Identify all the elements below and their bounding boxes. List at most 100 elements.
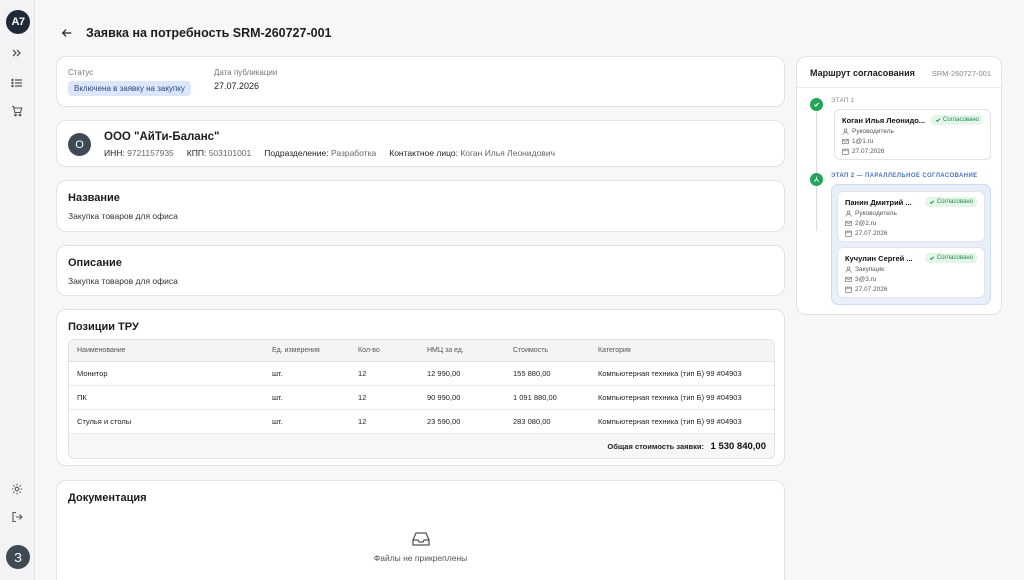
approver-date: 27.07.2026 (845, 286, 888, 293)
approver-email: 2@2.ru (845, 220, 876, 227)
cell-cost: 1 091 880,00 (513, 393, 557, 402)
cell-name: ПК (77, 393, 87, 402)
timeline-line (816, 109, 817, 231)
cell-name: Стулья и столы (77, 417, 132, 426)
status-block: Статус Включена в заявку на закупку (68, 68, 191, 96)
cell-qty: 12 (358, 393, 367, 402)
column-header[interactable]: Стоимость (513, 340, 548, 361)
cell-unit-price: 12 990,00 (427, 369, 461, 378)
department-field: Подразделение: Разработка (264, 148, 377, 158)
mail-icon (845, 220, 852, 227)
company-avatar: О (68, 133, 91, 156)
app-logo[interactable]: A7 (6, 10, 30, 34)
table-header: Наименование Ед. измерения Кол-во НМЦ за… (69, 340, 774, 362)
cell-unit-price: 23 590,00 (427, 417, 461, 426)
mail-icon (842, 138, 849, 145)
check-icon (929, 256, 935, 260)
cell-category: Компьютерная техника (тип Б) 99 #04903 (598, 417, 742, 426)
check-icon (935, 118, 941, 122)
approved-badge: Согласовано (924, 253, 977, 263)
cell-unit: шт. (272, 393, 283, 402)
divider (797, 87, 1001, 88)
name-card: Название Закупка товаров для офиса (56, 180, 785, 232)
page-header: Заявка на потребность SRM-260727-001 (60, 24, 331, 42)
cell-unit-price: 90 990,00 (427, 393, 461, 402)
inn-field: ИНН: 9721157935 (104, 148, 174, 158)
cell-cost: 155 880,00 (513, 369, 551, 378)
items-title: Позиции ТРУ (68, 321, 139, 333)
documentation-title: Документация (68, 492, 147, 504)
publish-date-label: Дата публикации (214, 68, 278, 77)
total-label: Общая стоимость заявки: (607, 441, 704, 451)
column-header[interactable]: Ед. измерения (272, 340, 320, 361)
contact-field: Контактное лицо: Коган Илья Леонидович (389, 148, 556, 158)
list-icon[interactable] (9, 75, 25, 91)
back-arrow-icon[interactable] (60, 26, 74, 40)
column-header[interactable]: Категория (598, 340, 631, 361)
company-name: ООО "АйТи-Баланс" (104, 131, 220, 143)
mail-icon (845, 276, 852, 283)
calendar-icon (845, 286, 852, 293)
approver-role: Руководитель (842, 128, 894, 135)
publish-date-block: Дата публикации 27.07.2026 (214, 68, 277, 91)
approver-date: 27.07.2026 (845, 230, 888, 237)
approver-card[interactable]: Кучулин Сергей ... Согласовано Закупщик … (837, 247, 985, 298)
table-footer: Общая стоимость заявки: 1 530 840,00 (69, 434, 774, 458)
approver-role: Закупщик (845, 266, 884, 273)
column-header[interactable]: НМЦ за ед. (427, 340, 464, 361)
approver-name: Коган Илья Леонидо... (842, 116, 926, 125)
company-meta: ИНН: 9721157935 КПП: 503101001 Подраздел… (104, 148, 555, 158)
table-row[interactable]: ПК шт. 12 90 990,00 1 091 880,00 Компьют… (69, 386, 774, 410)
status-label: Статус (68, 68, 94, 77)
approval-route-panel: Маршрут согласования SRM-260727-001 ЭТАП… (796, 56, 1002, 315)
sidebar: A7 З (0, 0, 35, 580)
logout-icon[interactable] (9, 509, 25, 525)
table-row[interactable]: Стулья и столы шт. 12 23 590,00 283 080,… (69, 410, 774, 434)
gear-icon[interactable] (9, 481, 25, 497)
total-value: 1 530 840,00 (710, 440, 766, 452)
cell-cost: 283 080,00 (513, 417, 551, 426)
stage1-label: ЭТАП 1 (831, 98, 855, 104)
description-text: Закупка товаров для офиса (68, 276, 178, 286)
cell-qty: 12 (358, 417, 367, 426)
user-icon (842, 128, 849, 135)
route-id: SRM-260727-001 (931, 69, 991, 78)
empty-files-text: Файлы не прикреплены (373, 553, 468, 563)
cell-category: Компьютерная техника (тип Б) 99 #04903 (598, 369, 742, 378)
approver-email: 1@1.ru (842, 138, 873, 145)
description-title: Описание (68, 257, 122, 269)
cell-category: Компьютерная техника (тип Б) 99 #04903 (598, 393, 742, 402)
status-badge: Включена в заявку на закупку (68, 81, 191, 96)
check-icon (929, 200, 935, 204)
approver-email: 3@3.ru (845, 276, 876, 283)
items-card: Позиции ТРУ Наименование Ед. измерения К… (56, 309, 785, 466)
approver-name: Панин Дмитрий ... (845, 198, 912, 207)
cell-qty: 12 (358, 369, 367, 378)
inbox-icon (411, 530, 431, 548)
approver-card[interactable]: Панин Дмитрий ... Согласовано Руководите… (837, 191, 985, 242)
items-table: Наименование Ед. измерения Кол-во НМЦ за… (68, 339, 775, 459)
check-icon (810, 98, 823, 111)
name-title: Название (68, 192, 120, 204)
approver-role: Руководитель (845, 210, 897, 217)
approver-name: Кучулин Сергей ... (845, 254, 913, 263)
cart-icon[interactable] (9, 103, 25, 119)
column-header[interactable]: Наименование (77, 340, 126, 361)
name-text: Закупка товаров для офиса (68, 211, 178, 221)
status-card: Статус Включена в заявку на закупку Дата… (56, 56, 785, 107)
approver-card[interactable]: Коган Илья Леонидо... Согласовано Руково… (834, 109, 991, 160)
parallel-stage-group: Панин Дмитрий ... Согласовано Руководите… (831, 184, 991, 305)
company-card: О ООО "АйТи-Баланс" ИНН: 9721157935 КПП:… (56, 120, 785, 167)
column-header[interactable]: Кол-во (358, 340, 380, 361)
user-icon (845, 266, 852, 273)
chevrons-right-icon[interactable] (9, 45, 25, 61)
table-row[interactable]: Монитор шт. 12 12 990,00 155 880,00 Комп… (69, 362, 774, 386)
page-title: Заявка на потребность SRM-260727-001 (86, 26, 332, 40)
user-avatar[interactable]: З (6, 545, 30, 569)
cell-unit: шт. (272, 369, 283, 378)
cell-unit: шт. (272, 417, 283, 426)
approved-badge: Согласовано (930, 115, 983, 125)
user-icon (845, 210, 852, 217)
stage2-label: ЭТАП 2 — ПАРАЛЛЕЛЬНОЕ СОГЛАСОВАНИЕ (831, 173, 978, 179)
calendar-icon (842, 148, 849, 155)
